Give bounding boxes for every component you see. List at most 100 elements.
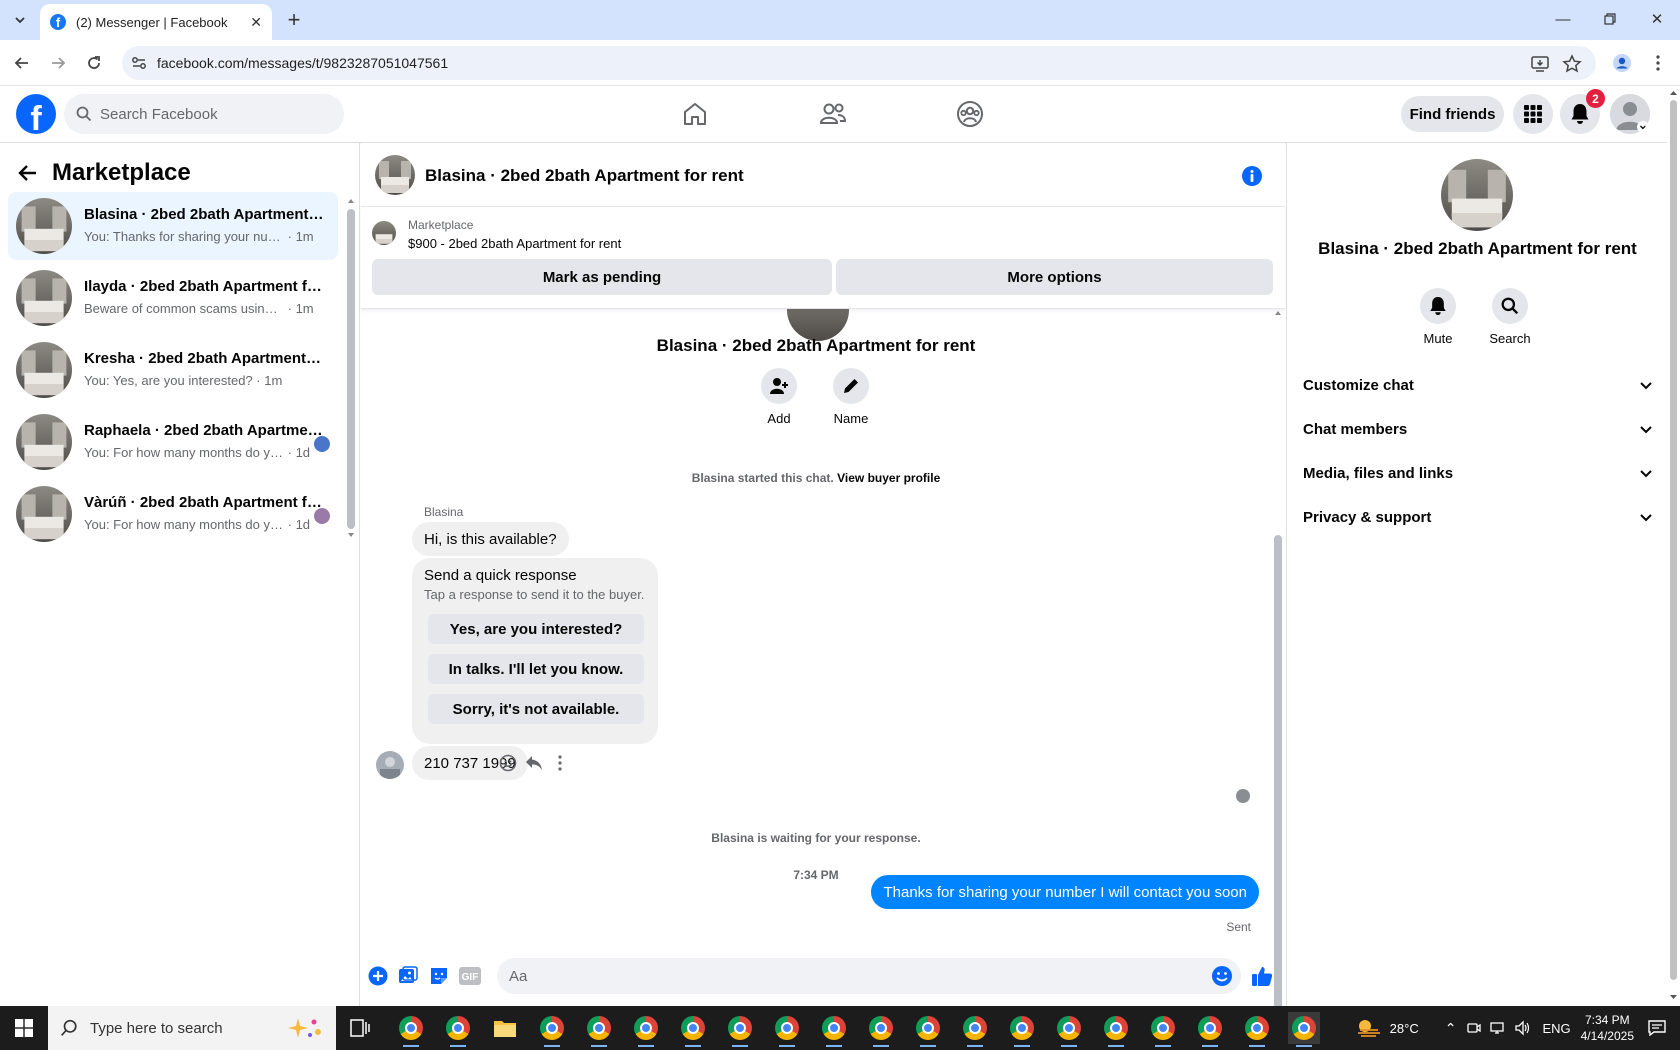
weather-icon[interactable] — [1356, 1017, 1382, 1039]
notification-center-icon[interactable] — [1648, 1020, 1666, 1036]
new-tab-button[interactable]: + — [282, 8, 306, 32]
close-tab-icon[interactable]: ✕ — [250, 14, 262, 31]
chrome-app[interactable] — [1100, 1012, 1132, 1047]
page-scrollbar-thumb[interactable] — [1670, 100, 1677, 980]
quick-response-not-available[interactable]: Sorry, it's not available. — [428, 694, 644, 724]
customize-chat-section[interactable]: Customize chat — [1303, 363, 1653, 407]
reply-button[interactable] — [524, 753, 544, 773]
scroll-down-arrow-icon[interactable] — [1667, 992, 1680, 1002]
scroll-down-arrow-icon[interactable] — [347, 531, 355, 539]
react-button[interactable] — [498, 753, 518, 773]
close-window-button[interactable]: ✕ — [1642, 6, 1672, 32]
facebook-logo[interactable]: f — [16, 94, 56, 134]
chrome-app[interactable] — [912, 1012, 944, 1047]
gif-button[interactable]: GIF — [459, 965, 481, 987]
chrome-app[interactable] — [1241, 1012, 1273, 1047]
address-bar[interactable]: facebook.com/messages/t/9823287051047561 — [122, 46, 1596, 80]
edit-name-button[interactable]: Name — [821, 368, 881, 426]
browser-tab[interactable]: f (2) Messenger | Facebook ✕ — [40, 4, 272, 40]
chrome-app[interactable] — [583, 1012, 615, 1047]
conversation-item[interactable]: Ilayda · 2bed 2bath Apartment for rent Be… — [8, 264, 338, 332]
chrome-app[interactable] — [865, 1012, 897, 1047]
scroll-up-arrow-icon[interactable] — [347, 197, 355, 205]
sidebar-scrollbar[interactable] — [347, 197, 355, 537]
input-language[interactable]: ENG — [1542, 1021, 1570, 1036]
quick-response-yes[interactable]: Yes, are you interested? — [428, 614, 644, 644]
chrome-app[interactable] — [724, 1012, 756, 1047]
sender-avatar[interactable] — [376, 751, 404, 779]
facebook-search-input[interactable] — [100, 105, 320, 123]
conversation-item[interactable]: Vàrúñ · 2bed 2bath Apartment for rent You… — [8, 480, 338, 548]
chrome-app[interactable] — [395, 1012, 427, 1047]
sticker-button[interactable] — [428, 965, 450, 987]
listing-title[interactable]: $900 - 2bed 2bath Apartment for rent — [408, 236, 621, 251]
menu-button[interactable] — [1513, 94, 1553, 134]
chrome-app[interactable] — [1147, 1012, 1179, 1047]
chat-title[interactable]: Blasina · 2bed 2bath Apartment for rent — [425, 166, 744, 186]
task-view-button[interactable] — [344, 1012, 376, 1044]
search-in-chat-button[interactable]: Search — [1480, 288, 1540, 346]
conversation-item[interactable]: Blasina · 2bed 2bath Apartment for rent Y… — [8, 192, 338, 260]
minimize-button[interactable]: — — [1548, 6, 1578, 32]
view-buyer-profile-link[interactable]: View buyer profile — [837, 471, 940, 485]
chat-scrollbar[interactable] — [1273, 309, 1283, 1050]
facebook-search[interactable] — [64, 94, 344, 134]
mark-as-pending-button[interactable]: Mark as pending — [372, 259, 832, 295]
taskbar-clock[interactable]: 7:34 PM 4/14/2025 — [1581, 1012, 1634, 1044]
attach-photo-button[interactable] — [397, 965, 419, 987]
chrome-app[interactable] — [959, 1012, 991, 1047]
chrome-app[interactable] — [1053, 1012, 1085, 1047]
chevron-up-icon[interactable]: ⌃ — [1445, 1020, 1457, 1037]
meet-now-icon[interactable] — [1466, 1020, 1482, 1036]
emoji-button[interactable] — [1211, 965, 1233, 987]
tab-search-button[interactable] — [8, 8, 32, 32]
nav-home[interactable] — [677, 96, 713, 132]
taskbar-search[interactable] — [48, 1006, 336, 1050]
file-explorer-app[interactable] — [489, 1012, 521, 1044]
profile-button[interactable] — [1610, 51, 1634, 75]
more-options-button[interactable]: More options — [836, 259, 1273, 295]
reload-button[interactable] — [82, 51, 106, 75]
scroll-up-arrow-icon[interactable] — [1273, 309, 1283, 317]
chat-members-section[interactable]: Chat members — [1303, 407, 1653, 451]
more-actions-button[interactable] — [367, 965, 389, 987]
chrome-app[interactable] — [1194, 1012, 1226, 1047]
restore-button[interactable] — [1595, 6, 1625, 32]
message-more-button[interactable] — [550, 753, 570, 773]
sidebar-scrollbar-thumb[interactable] — [347, 209, 355, 529]
add-people-button[interactable]: Add — [749, 368, 809, 426]
back-arrow-icon[interactable] — [18, 163, 38, 183]
chrome-app[interactable] — [818, 1012, 850, 1047]
chrome-app[interactable] — [771, 1012, 803, 1047]
outgoing-message[interactable]: Thanks for sharing your number I will co… — [871, 875, 1259, 909]
chrome-app[interactable] — [536, 1012, 568, 1047]
mute-button[interactable]: Mute — [1408, 288, 1468, 346]
details-avatar[interactable] — [1441, 159, 1513, 231]
message-input[interactable] — [497, 958, 1241, 994]
conversation-item[interactable]: Raphaela · 2bed 2bath Apartment for rent… — [8, 408, 338, 476]
listing-thumbnail[interactable] — [372, 221, 396, 245]
conversation-item[interactable]: Kresha · 2bed 2bath Apartment for rent Yo… — [8, 336, 338, 404]
browser-menu-button[interactable] — [1646, 51, 1670, 75]
back-button[interactable] — [10, 51, 34, 75]
chrome-app[interactable] — [677, 1012, 709, 1047]
volume-icon[interactable] — [1514, 1020, 1530, 1036]
weather-temp[interactable]: 28°C — [1390, 1021, 1419, 1036]
media-files-links-section[interactable]: Media, files and links — [1303, 451, 1653, 495]
nav-groups[interactable] — [952, 96, 988, 132]
forward-button[interactable] — [46, 51, 70, 75]
chrome-app[interactable] — [630, 1012, 662, 1047]
chrome-app[interactable] — [1288, 1012, 1320, 1047]
like-button[interactable] — [1251, 965, 1273, 987]
chat-avatar[interactable] — [375, 155, 415, 195]
incoming-message[interactable]: Hi, is this available? — [412, 522, 569, 556]
chrome-app[interactable] — [442, 1012, 474, 1047]
install-app-icon[interactable] — [1530, 54, 1550, 74]
privacy-support-section[interactable]: Privacy & support — [1303, 495, 1653, 539]
info-icon[interactable] — [1241, 165, 1263, 187]
site-settings-icon[interactable] — [130, 54, 148, 72]
page-scrollbar[interactable] — [1667, 86, 1680, 1006]
scroll-up-arrow-icon[interactable] — [1667, 88, 1680, 98]
taskbar-search-input[interactable] — [90, 1019, 270, 1037]
quick-response-in-talks[interactable]: In talks. I'll let you know. — [428, 654, 644, 684]
